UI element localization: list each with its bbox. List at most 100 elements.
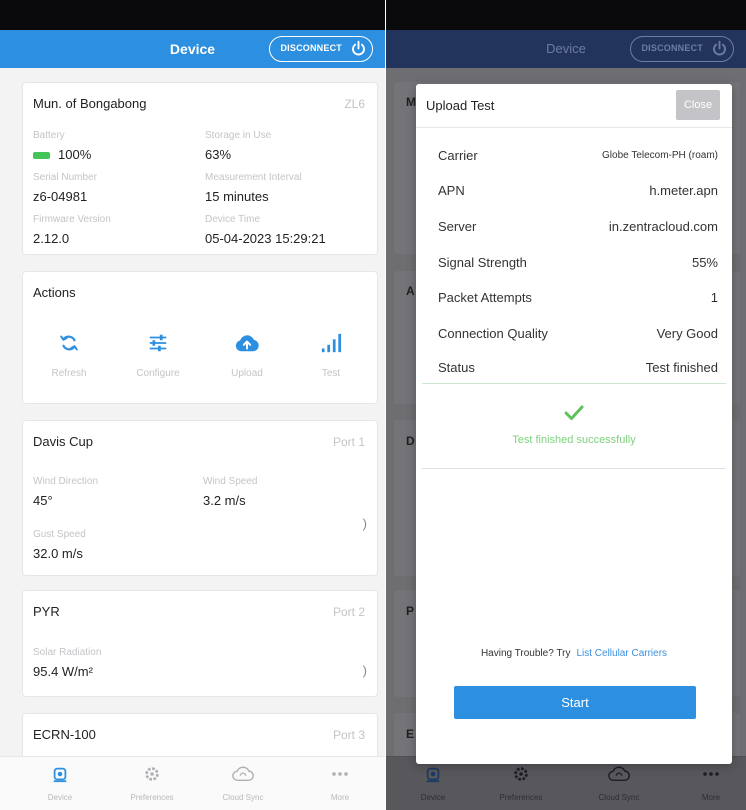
- test-label: Test: [321, 368, 341, 379]
- battery-icon: [33, 152, 50, 160]
- sensor-name: PYR: [33, 604, 60, 619]
- serial-value: z6-04981: [33, 189, 88, 204]
- bottom-tab-bar: Device Preferences Cloud Sync More: [0, 756, 385, 810]
- disconnect-label: DISCONNECT: [641, 43, 703, 53]
- device-screen-with-modal: Device DISCONNECT M A D P E Device Prefe…: [386, 0, 746, 810]
- packet-attempts-row: Packet Attempts 1: [438, 290, 718, 308]
- gear-icon: [514, 767, 528, 781]
- app-header: Device DISCONNECT: [386, 30, 746, 68]
- gust-speed-label: Gust Speed: [33, 529, 86, 540]
- actions-card: Actions Refresh Configure Upload Test: [22, 271, 378, 404]
- tab-device[interactable]: Device: [398, 765, 468, 802]
- dimmed-card-letter: D: [406, 434, 415, 448]
- success-divider: [422, 383, 726, 384]
- modal-title: Upload Test: [426, 98, 495, 113]
- actions-title: Actions: [33, 285, 76, 300]
- chevron-right-icon: ): [362, 663, 367, 678]
- status-bar: [386, 0, 746, 30]
- check-icon: [564, 405, 584, 420]
- device-model: ZL6: [344, 97, 365, 111]
- upload-label: Upload: [231, 368, 263, 379]
- sliders-icon: [149, 334, 167, 352]
- tab-more-label: More: [330, 793, 350, 802]
- apn-label: APN: [438, 183, 465, 198]
- tab-preferences-label: Preferences: [499, 793, 543, 802]
- wind-speed-label: Wind Speed: [203, 476, 258, 487]
- battery-value: 100%: [33, 147, 91, 162]
- tab-preferences-label: Preferences: [130, 793, 174, 802]
- gust-speed-value: 32.0 m/s: [33, 546, 83, 561]
- tab-cloud-sync[interactable]: Cloud Sync: [584, 765, 654, 802]
- success-message: Test finished successfully: [512, 434, 636, 446]
- storage-value: 63%: [205, 147, 232, 162]
- carrier-label: Carrier: [438, 148, 478, 163]
- interval-value: 15 minutes: [205, 189, 269, 204]
- tab-cloud-sync[interactable]: Cloud Sync: [208, 765, 278, 802]
- device-info-card: Mun. of Bongabong ZL6 Battery 100% Stora…: [22, 82, 378, 255]
- power-icon: [352, 40, 365, 56]
- tab-cloud-sync-label: Cloud Sync: [222, 793, 264, 802]
- dimmed-card-letter: E: [406, 727, 415, 741]
- apn-row: APN h.meter.apn: [438, 183, 718, 201]
- chevron-right-icon: ): [362, 516, 367, 531]
- sensor-card-davis-cup[interactable]: Davis Cup Port 1 Wind Direction 45° Wind…: [22, 420, 378, 576]
- signal-strength-row: Signal Strength 55%: [438, 255, 718, 273]
- device-icon: [53, 767, 67, 783]
- sensor-card-pyr[interactable]: PYR Port 2 Solar Radiation 95.4 W/m² ): [22, 590, 378, 697]
- cloud-sync-icon: [232, 766, 254, 782]
- tab-more[interactable]: More: [676, 765, 746, 802]
- start-button[interactable]: Start: [454, 686, 696, 719]
- cloud-sync-icon: [608, 766, 630, 782]
- solar-radiation-label: Solar Radiation: [33, 647, 102, 658]
- interval-label: Measurement Interval: [205, 172, 302, 183]
- disconnect-button[interactable]: DISCONNECT: [269, 36, 373, 62]
- device-time-label: Device Time: [205, 214, 261, 225]
- packet-attempts-value: 1: [710, 290, 718, 305]
- tab-preferences[interactable]: Preferences: [486, 765, 556, 802]
- refresh-button[interactable]: Refresh: [39, 332, 99, 379]
- device-icon: [426, 767, 440, 783]
- dimmed-card-letter: M: [406, 95, 416, 109]
- dimmed-card-letter: P: [406, 604, 415, 618]
- connection-quality-label: Connection Quality: [438, 326, 548, 341]
- server-label: Server: [438, 219, 477, 234]
- gear-icon: [145, 767, 159, 781]
- tab-more[interactable]: More: [305, 765, 375, 802]
- trouble-prompt: Having Trouble? Try List Cellular Carrier…: [416, 648, 732, 659]
- server-value: in.zentracloud.com: [608, 219, 718, 234]
- list-cellular-carriers-link[interactable]: List Cellular Carriers: [576, 648, 667, 659]
- test-button[interactable]: Test: [301, 332, 361, 379]
- firmware-label: Firmware Version: [33, 214, 111, 225]
- sensor-port: Port 2: [332, 605, 365, 619]
- refresh-icon: [60, 335, 78, 351]
- serial-label: Serial Number: [33, 172, 97, 183]
- more-icon: [703, 772, 719, 776]
- close-button[interactable]: Close: [676, 90, 720, 120]
- modal-divider: [416, 127, 732, 128]
- signal-strength-label: Signal Strength: [438, 255, 527, 270]
- tab-preferences[interactable]: Preferences: [117, 765, 187, 802]
- dimmed-card-letter: A: [406, 284, 415, 298]
- carrier-row: Carrier Globe Telecom-PH (roam): [438, 148, 718, 166]
- sensor-port: Port 3: [332, 728, 365, 742]
- sensor-name: Davis Cup: [33, 434, 93, 449]
- status-row: Status Test finished: [438, 360, 718, 378]
- signal-bars-icon: [321, 333, 342, 353]
- tab-cloud-sync-label: Cloud Sync: [598, 793, 640, 802]
- upload-test-modal: Upload Test Close Carrier Globe Telecom-…: [416, 84, 732, 764]
- success-divider: [422, 468, 726, 469]
- upload-button[interactable]: Upload: [217, 332, 277, 379]
- power-icon: [713, 40, 726, 56]
- storage-label: Storage in Use: [205, 130, 272, 141]
- configure-button[interactable]: Configure: [128, 332, 188, 379]
- tab-device[interactable]: Device: [25, 765, 95, 802]
- device-name: Mun. of Bongabong: [33, 96, 147, 111]
- server-row: Server in.zentracloud.com: [438, 219, 718, 237]
- tab-device-label: Device: [420, 793, 446, 802]
- disconnect-button[interactable]: DISCONNECT: [630, 36, 734, 62]
- bottom-tab-bar: Device Preferences Cloud Sync More: [386, 756, 746, 810]
- trouble-text: Having Trouble? Try: [480, 648, 571, 659]
- device-time-value: 05-04-2023 15:29:21: [205, 231, 326, 246]
- sensor-port: Port 1: [332, 435, 365, 449]
- device-screen: Device DISCONNECT Mun. of Bongabong ZL6 …: [0, 0, 385, 810]
